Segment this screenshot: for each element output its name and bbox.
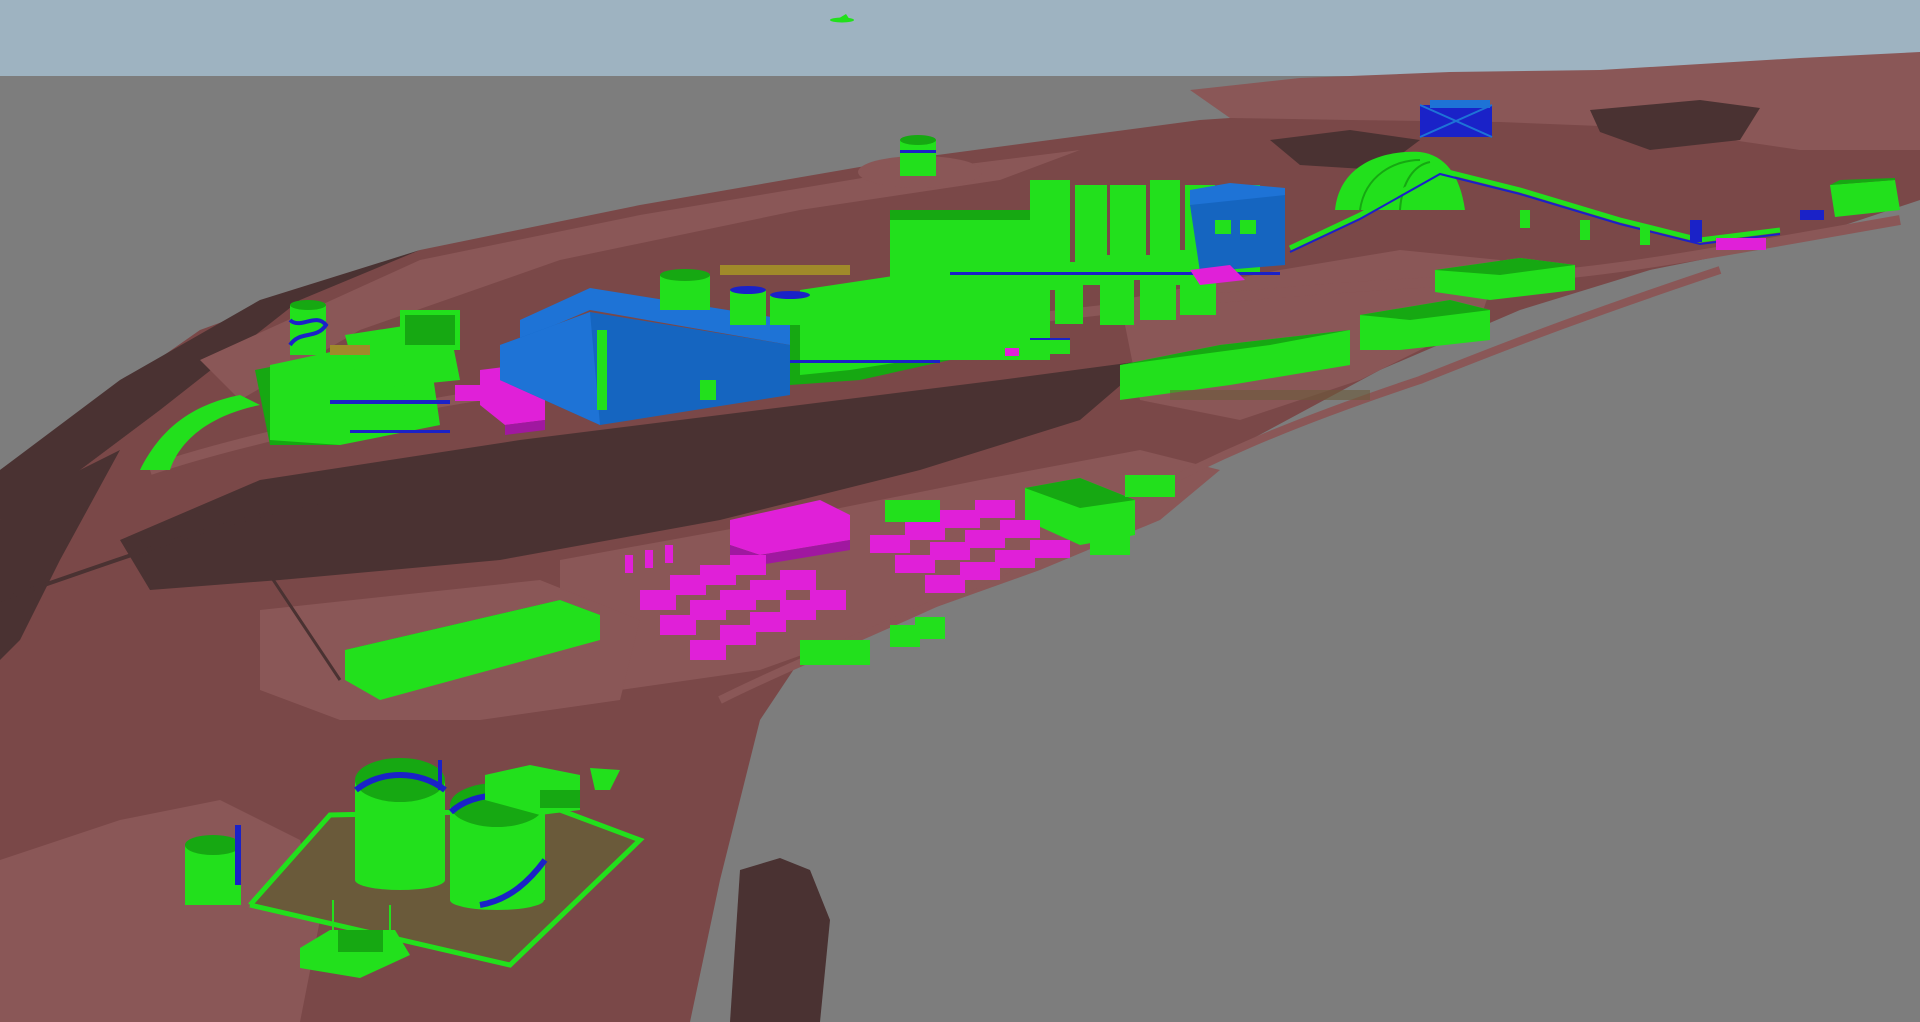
storage-tank-1 [354, 758, 447, 890]
crusher-steel-frame [1419, 100, 1493, 138]
silo-west [288, 300, 329, 355]
sky [0, 0, 1920, 76]
3d-model-viewport[interactable] [0, 0, 1920, 1022]
plant-model-scene[interactable] [0, 0, 1920, 1022]
